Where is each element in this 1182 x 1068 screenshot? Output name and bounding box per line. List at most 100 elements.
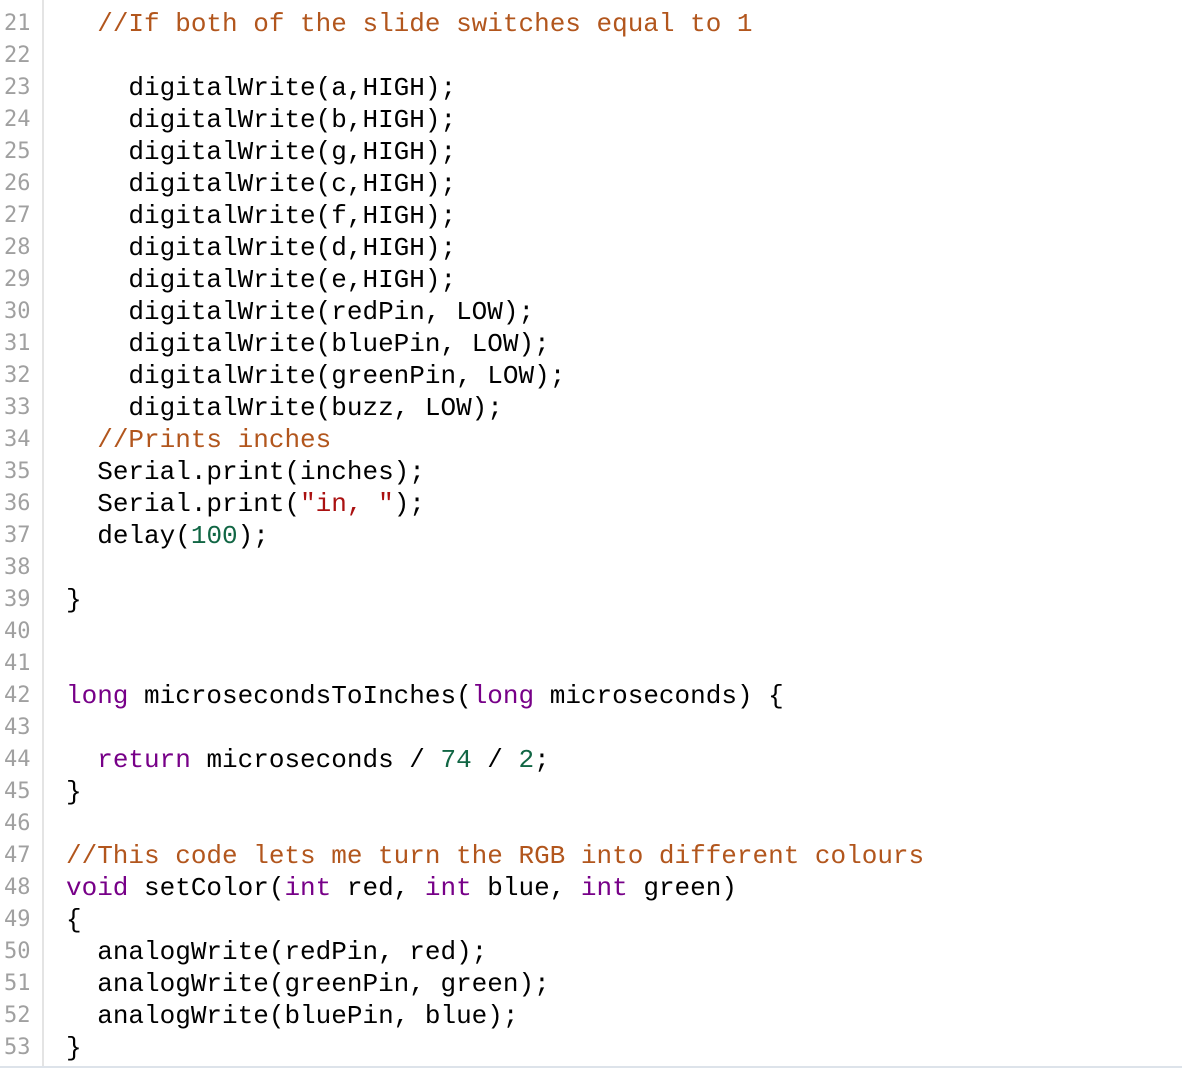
code-line[interactable]: 50 analogWrite(redPin, red); <box>0 936 1182 968</box>
code-line[interactable]: 39} <box>0 584 1182 616</box>
keyword-token: return <box>97 745 191 775</box>
code-line[interactable]: 27 digitalWrite(f,HIGH); <box>0 200 1182 232</box>
code-line[interactable]: 42 long microsecondsToInches(long microse… <box>0 680 1182 712</box>
keyword-token: long <box>471 681 535 711</box>
code-line[interactable]: 49 { <box>0 904 1182 936</box>
code-token: digitalWrite(bluePin, LOW); <box>128 329 550 359</box>
line-number: 50 <box>4 939 31 964</box>
code-line[interactable]: 31 digitalWrite(bluePin, LOW); <box>0 328 1182 360</box>
code-token: microseconds) { <box>534 681 784 711</box>
code-text: delay(100); <box>66 520 269 552</box>
code-token: analogWrite(greenPin, green); <box>97 969 550 999</box>
code-token: digitalWrite(greenPin, LOW); <box>128 361 566 391</box>
code-text: digitalWrite(greenPin, LOW); <box>66 360 565 392</box>
code-line[interactable]: 46 <box>0 808 1182 840</box>
code-line[interactable]: 35 Serial.print(inches); <box>0 456 1182 488</box>
line-number: 52 <box>4 1003 31 1028</box>
code-token: } <box>66 1033 82 1063</box>
code-line[interactable]: 51 analogWrite(greenPin, green); <box>0 968 1182 1000</box>
code-line[interactable]: 29 digitalWrite(e,HIGH); <box>0 264 1182 296</box>
code-line[interactable]: 21 //If both of the slide switches equal… <box>0 8 1182 40</box>
code-line[interactable]: 47 //This code lets me turn the RGB into … <box>0 840 1182 872</box>
code-line[interactable]: 36 Serial.print("in, "); <box>0 488 1182 520</box>
line-number: 51 <box>4 971 31 996</box>
line-number: 35 <box>4 459 31 484</box>
line-number: 47 <box>4 843 31 868</box>
line-number: 37 <box>4 523 31 548</box>
code-text: digitalWrite(e,HIGH); <box>66 264 456 296</box>
code-token: microseconds / <box>190 745 441 775</box>
code-text: //This code lets me turn the RGB into di… <box>66 840 924 872</box>
code-line[interactable]: 34 //Prints inches <box>0 424 1182 456</box>
code-token: delay( <box>97 521 191 551</box>
code-line[interactable]: 26 digitalWrite(c,HIGH); <box>0 168 1182 200</box>
code-text: digitalWrite(d,HIGH); <box>66 232 456 264</box>
code-editor[interactable]: 21 //If both of the slide switches equal… <box>0 0 1182 1068</box>
code-line[interactable]: 48 void setColor(int red, int blue, int g… <box>0 872 1182 904</box>
code-line[interactable]: 38 <box>0 552 1182 584</box>
code-token: setColor( <box>128 873 285 903</box>
keyword-token: int <box>424 873 472 903</box>
line-number: 26 <box>4 171 31 196</box>
code-text: digitalWrite(c,HIGH); <box>66 168 456 200</box>
line-number: 46 <box>4 811 31 836</box>
code-line[interactable]: 32 digitalWrite(greenPin, LOW); <box>0 360 1182 392</box>
code-token: / <box>471 745 519 775</box>
number-token: 100 <box>190 521 238 551</box>
code-line[interactable]: 41 <box>0 648 1182 680</box>
line-number: 43 <box>4 715 31 740</box>
code-line[interactable]: 45} <box>0 776 1182 808</box>
code-text: analogWrite(redPin, red); <box>66 936 487 968</box>
code-token: } <box>66 585 82 615</box>
code-line[interactable]: 30 digitalWrite(redPin, LOW); <box>0 296 1182 328</box>
code-line[interactable]: 25 digitalWrite(g,HIGH); <box>0 136 1182 168</box>
code-line[interactable]: 33 digitalWrite(buzz, LOW); <box>0 392 1182 424</box>
line-number: 36 <box>4 491 31 516</box>
comment-token: //Prints inches <box>97 425 332 455</box>
code-text: Serial.print(inches); <box>66 456 425 488</box>
code-text: void setColor(int red, int blue, int gre… <box>66 872 737 904</box>
code-line[interactable]: 37 delay(100); <box>0 520 1182 552</box>
code-line[interactable]: 23 digitalWrite(a,HIGH); <box>0 72 1182 104</box>
keyword-token: int <box>580 873 628 903</box>
line-number: 28 <box>4 235 31 260</box>
code-text: } <box>66 1032 82 1064</box>
code-text: digitalWrite(f,HIGH); <box>66 200 456 232</box>
line-number: 44 <box>4 747 31 772</box>
code-line[interactable]: 53} <box>0 1032 1182 1064</box>
code-line[interactable]: 22 <box>0 40 1182 72</box>
code-line[interactable]: 52 analogWrite(bluePin, blue); <box>0 1000 1182 1032</box>
code-line[interactable]: 24 digitalWrite(b,HIGH); <box>0 104 1182 136</box>
line-number: 22 <box>4 43 31 68</box>
code-line[interactable]: 43 <box>0 712 1182 744</box>
code-token: digitalWrite(d,HIGH); <box>128 233 457 263</box>
code-text: analogWrite(bluePin, blue); <box>66 1000 519 1032</box>
line-number: 48 <box>4 875 31 900</box>
code-token: red, <box>331 873 425 903</box>
line-number: 25 <box>4 139 31 164</box>
line-number: 29 <box>4 267 31 292</box>
code-token: analogWrite(bluePin, blue); <box>97 1001 519 1031</box>
code-text: //If both of the slide switches equal to… <box>66 8 752 40</box>
code-text: digitalWrite(a,HIGH); <box>66 72 456 104</box>
keyword-token: int <box>284 873 332 903</box>
code-text: long microsecondsToInches(long microseco… <box>66 680 784 712</box>
line-number: 34 <box>4 427 31 452</box>
line-number: 31 <box>4 331 31 356</box>
code-line[interactable]: 40 <box>0 616 1182 648</box>
line-number: 38 <box>4 555 31 580</box>
code-text: { <box>66 904 82 936</box>
code-token: digitalWrite(b,HIGH); <box>128 105 457 135</box>
code-line[interactable]: 44 return microseconds / 74 / 2; <box>0 744 1182 776</box>
code-line[interactable]: 28 digitalWrite(d,HIGH); <box>0 232 1182 264</box>
